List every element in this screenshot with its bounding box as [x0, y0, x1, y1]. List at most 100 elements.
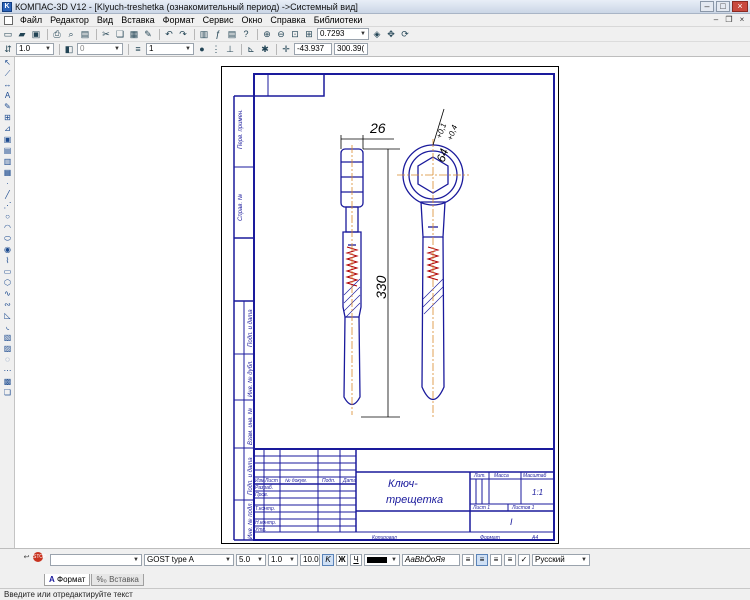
local-cs-icon[interactable]: ⊥: [224, 43, 236, 55]
polygon-icon[interactable]: ⬡: [2, 278, 13, 288]
menu-format[interactable]: Формат: [159, 15, 199, 25]
style-select[interactable]: 0 ▼: [77, 43, 123, 55]
coord-y-field[interactable]: 300.39(: [334, 43, 368, 55]
pan-icon[interactable]: ✥: [385, 28, 397, 40]
bezier-icon[interactable]: ∿: [2, 289, 13, 299]
layer-select[interactable]: 1 ▼: [146, 43, 194, 55]
help-icon[interactable]: ?: [240, 28, 252, 40]
style-combo[interactable]: ▼: [50, 554, 142, 566]
fill-icon[interactable]: ▨: [2, 344, 13, 354]
measure-icon[interactable]: ⊿: [2, 124, 13, 134]
zoom-all-icon[interactable]: ⊞: [303, 28, 315, 40]
dimensions-icon[interactable]: ↔: [2, 80, 13, 90]
doc-close-button[interactable]: ×: [737, 15, 747, 25]
geometry-icon[interactable]: ⟋: [2, 69, 13, 79]
font-height-select[interactable]: 5.0 ▼: [236, 554, 266, 566]
align-right-icon[interactable]: ≡: [490, 554, 502, 566]
zoom-in-icon[interactable]: ⊕: [261, 28, 273, 40]
color-icon[interactable]: ●: [196, 43, 208, 55]
arc-icon[interactable]: ◠: [2, 223, 13, 233]
auxiliary-line-icon[interactable]: ⋰: [2, 201, 13, 211]
open-folder-icon[interactable]: ▰: [16, 28, 28, 40]
zoom-out-icon[interactable]: ⊖: [275, 28, 287, 40]
snap-icon[interactable]: ✱: [259, 43, 271, 55]
spellcheck-icon[interactable]: ✓: [518, 554, 530, 566]
zoom-scale-icon[interactable]: ◈: [371, 28, 383, 40]
zoom-window-icon[interactable]: ⊡: [289, 28, 301, 40]
nurbs-icon[interactable]: ∾: [2, 300, 13, 310]
macro-icon[interactable]: ▩: [2, 377, 13, 387]
rectangle-icon[interactable]: ▭: [2, 267, 13, 277]
undo-icon[interactable]: ↶: [163, 28, 175, 40]
refresh-icon[interactable]: ⟳: [399, 28, 411, 40]
spec-icon[interactable]: ▥: [2, 157, 13, 167]
point-icon[interactable]: ·: [2, 179, 13, 189]
reports-icon[interactable]: ▦: [2, 168, 13, 178]
align-center-icon[interactable]: ≡: [476, 554, 488, 566]
edit-icon[interactable]: ✎: [2, 102, 13, 112]
zoom-select[interactable]: 0.7293 ▼: [317, 28, 369, 40]
width-ratio-select[interactable]: 1.0 ▼: [268, 554, 298, 566]
menu-view[interactable]: Вид: [93, 15, 117, 25]
format-painter-icon[interactable]: ✎: [142, 28, 154, 40]
ellipse-icon[interactable]: ⬭: [2, 234, 13, 244]
scale-field[interactable]: 10.0: [300, 554, 320, 566]
line-icon[interactable]: ╱: [2, 190, 13, 200]
doc-minimize-button[interactable]: –: [711, 15, 721, 25]
tab-format[interactable]: A Формат: [44, 574, 91, 586]
fragment-icon[interactable]: ❏: [2, 388, 13, 398]
variables-icon[interactable]: ƒ: [212, 28, 224, 40]
paste-icon[interactable]: ▦: [128, 28, 140, 40]
notation-icon[interactable]: A: [2, 91, 13, 101]
pin-icon[interactable]: ↩: [22, 553, 31, 562]
menu-help[interactable]: Справка: [266, 15, 309, 25]
circle-tangent-icon[interactable]: ◉: [2, 245, 13, 255]
fillet-icon[interactable]: ◟: [2, 322, 13, 332]
library-manager-icon[interactable]: ▤: [226, 28, 238, 40]
hatch-icon[interactable]: ▧: [2, 333, 13, 343]
new-document-icon[interactable]: ▭: [2, 28, 14, 40]
font-select[interactable]: GOST type A ▼: [144, 554, 234, 566]
save-icon[interactable]: ▣: [30, 28, 42, 40]
selection-icon[interactable]: ▣: [2, 135, 13, 145]
select-tool-icon[interactable]: ↖: [2, 58, 13, 68]
italic-button[interactable]: K: [322, 554, 334, 566]
menu-editor[interactable]: Редактор: [46, 15, 93, 25]
circle-icon[interactable]: ○: [2, 212, 13, 222]
parametrization-icon[interactable]: ⊞: [2, 113, 13, 123]
equidistant-icon[interactable]: ⋯: [2, 366, 13, 376]
minimize-button[interactable]: –: [700, 1, 714, 12]
redo-icon[interactable]: ↷: [177, 28, 189, 40]
align-justify-icon[interactable]: ≡: [504, 554, 516, 566]
drawing-sheet[interactable]: Перв. примен. Справ. № Подп. и дата Инв.…: [221, 66, 559, 544]
language-select[interactable]: Русский ▼: [532, 554, 590, 566]
document-icon[interactable]: [4, 15, 13, 25]
print-preview-icon[interactable]: ⌕: [65, 28, 77, 40]
cursor-step-select[interactable]: 1.0 ▼: [16, 43, 54, 55]
copy-icon[interactable]: ❏: [114, 28, 126, 40]
menu-service[interactable]: Сервис: [199, 15, 238, 25]
menu-libraries[interactable]: Библиотеки: [310, 15, 367, 25]
menu-window[interactable]: Окно: [237, 15, 266, 25]
bold-button[interactable]: Ж: [336, 554, 348, 566]
underline-button[interactable]: Ч: [350, 554, 362, 566]
align-left-icon[interactable]: ≡: [462, 554, 474, 566]
tab-insert[interactable]: %₀ Вставка: [91, 574, 144, 586]
orthogonal-icon[interactable]: ⊾: [245, 43, 257, 55]
close-button[interactable]: ×: [732, 1, 748, 12]
grid-icon[interactable]: ⋮: [210, 43, 222, 55]
print-icon[interactable]: ⎙: [51, 28, 63, 40]
associative-views-icon[interactable]: ▤: [2, 146, 13, 156]
text-color-select[interactable]: ▼: [364, 554, 400, 566]
chamfer-icon[interactable]: ◺: [2, 311, 13, 321]
manager-icon[interactable]: ▥: [198, 28, 210, 40]
stop-icon[interactable]: STOP: [33, 552, 47, 562]
menu-file[interactable]: Файл: [16, 15, 46, 25]
cut-icon[interactable]: ✂: [100, 28, 112, 40]
coord-x-field[interactable]: -43.937: [294, 43, 332, 55]
doc-restore-button[interactable]: ❐: [724, 15, 734, 25]
contour-icon[interactable]: ◌: [2, 355, 13, 365]
polyline-icon[interactable]: ⌇: [2, 256, 13, 266]
maximize-button[interactable]: □: [716, 1, 730, 12]
menu-insert[interactable]: Вставка: [117, 15, 158, 25]
